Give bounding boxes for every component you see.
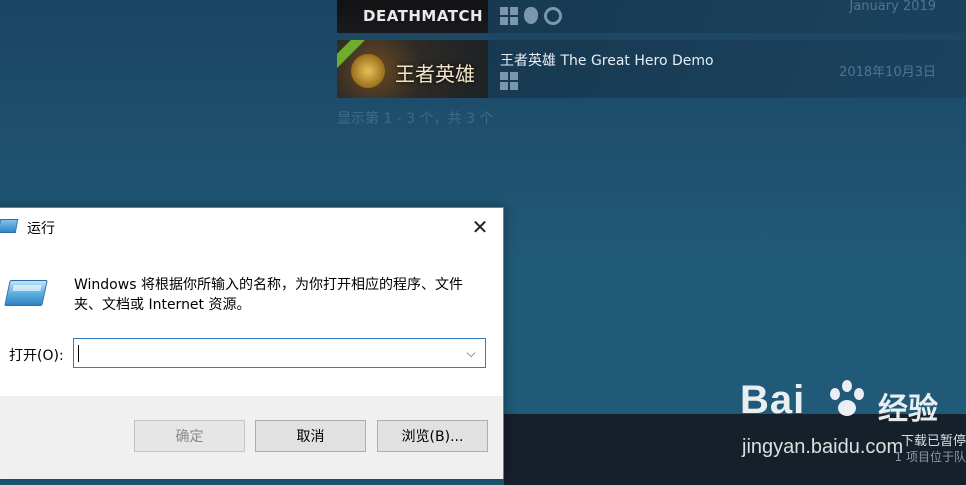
dialog-footer: 确定 取消 浏览(B)... (0, 396, 503, 479)
open-combobox[interactable]: ⌵ (73, 338, 486, 368)
close-button[interactable]: ✕ (457, 208, 503, 246)
capsule-title: 王者英雄 (395, 62, 475, 86)
game-capsule-image[interactable]: 王者英雄 (337, 40, 488, 98)
release-date: January 2019 (849, 0, 937, 14)
run-app-icon (0, 219, 19, 233)
windows-icon (500, 7, 518, 25)
open-label: 打开(O): (9, 348, 64, 364)
platform-icons (500, 7, 562, 25)
game-capsule-image[interactable]: DEATHMATCH (337, 0, 488, 33)
platform-icons (500, 72, 518, 90)
hero-emblem-icon (351, 54, 385, 88)
release-date: 2018年10月3日 (839, 65, 936, 80)
ok-button[interactable]: 确定 (134, 420, 245, 452)
steam-icon (544, 7, 562, 25)
apple-icon (524, 7, 538, 24)
windows-icon (500, 72, 518, 90)
run-dialog: 运行 ✕ Windows 将根据你所输入的名称，为你打开相应的程序、文件夹、文档… (0, 207, 504, 479)
baidu-paw-icon (826, 380, 876, 424)
result-count: 显示第 1 - 3 个，共 3 个 (337, 111, 494, 127)
game-row[interactable]: DEATHMATCH January 2019 (337, 0, 966, 33)
dialog-title: 运行 (27, 221, 55, 237)
game-row[interactable]: 王者英雄 王者英雄 The Great Hero Demo 2018年10月3日 (337, 40, 966, 98)
text-cursor (78, 345, 79, 362)
open-input[interactable] (76, 341, 456, 365)
capsule-title: DEATHMATCH (363, 7, 484, 25)
watermark-url: jingyan.baidu.com (742, 436, 904, 458)
game-name[interactable]: 王者英雄 The Great Hero Demo (500, 50, 714, 70)
baidu-jingyan-watermark: Bai 经验 jingyan.baidu.com (740, 378, 966, 468)
watermark-brand-cn: 经验 (878, 392, 938, 427)
cancel-button[interactable]: 取消 (255, 420, 366, 452)
dialog-titlebar[interactable]: 运行 ✕ (0, 208, 503, 246)
dialog-description: Windows 将根据你所输入的名称，为你打开相应的程序、文件夹、文档或 Int… (74, 277, 463, 313)
close-icon: ✕ (471, 215, 489, 239)
chevron-down-icon[interactable]: ⌵ (461, 343, 481, 363)
watermark-brand: Bai (740, 378, 806, 422)
run-program-icon (4, 280, 48, 306)
browse-button[interactable]: 浏览(B)... (377, 420, 488, 452)
